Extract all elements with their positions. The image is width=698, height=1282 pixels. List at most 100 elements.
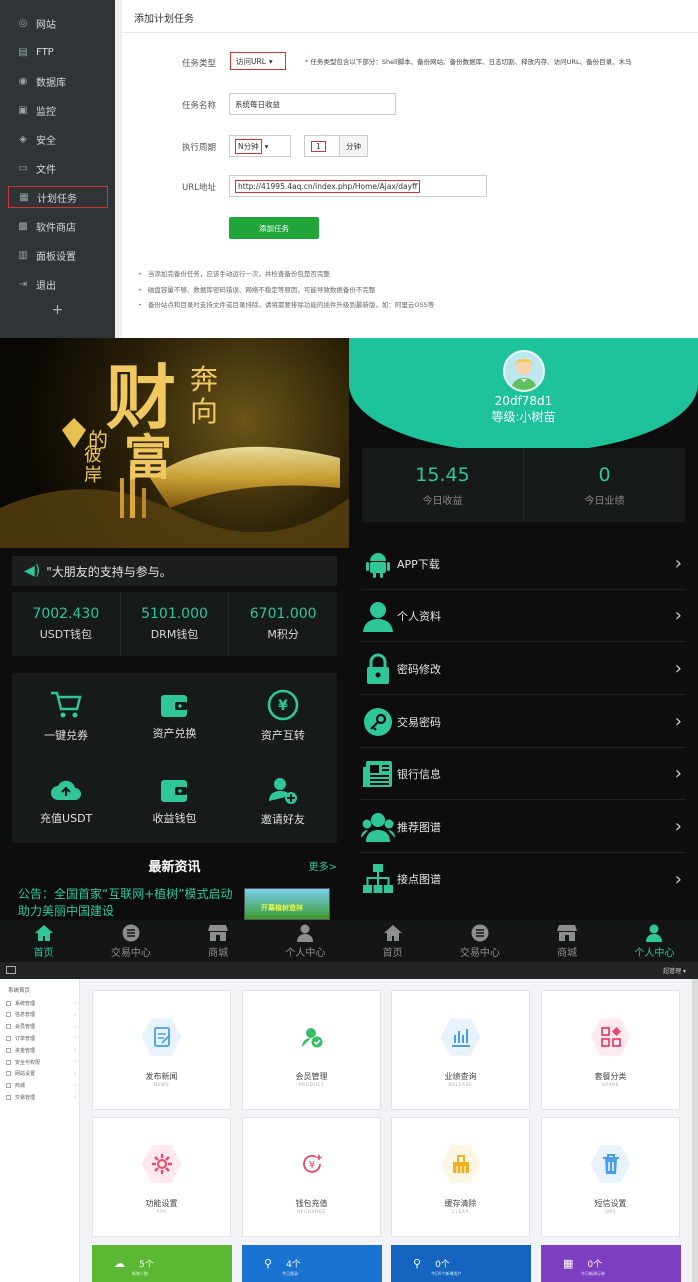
- admin-sidebar-item[interactable]: 资金管理 ‹: [6, 1045, 76, 1055]
- news-item[interactable]: 公告：全国首家“互联网+植树”模式启动助力美丽中国建设 开幕植树造林: [12, 884, 337, 920]
- wallet-usdt[interactable]: 7002.430 USDT钱包: [12, 592, 121, 656]
- dashboard-card[interactable]: 发布新闻 NEWS: [92, 990, 231, 1110]
- sidebar-item-label: 计划任务: [37, 193, 77, 205]
- dashboard-card[interactable]: 功能设置 APP: [92, 1117, 231, 1237]
- task-name-input[interactable]: 系统每日收益: [229, 93, 396, 115]
- tab-home[interactable]: 首页: [0, 920, 87, 962]
- yen-icon: ¥: [302, 1155, 321, 1173]
- menu-referral-chart[interactable]: 推荐图谱 ›: [361, 801, 686, 853]
- menu-profile[interactable]: 个人资料 ›: [361, 590, 686, 642]
- cycle-select[interactable]: N分钟 ▾: [229, 135, 291, 157]
- add-icon[interactable]: +: [0, 302, 115, 318]
- tab-mall[interactable]: 商城: [175, 920, 262, 962]
- chevron-right-icon: ‹: [74, 1094, 76, 1101]
- sidebar-item[interactable]: ▤ FTP: [8, 41, 108, 63]
- sidebar-item[interactable]: ◎ 网站: [8, 12, 108, 34]
- url-input[interactable]: http://41995.4aq.cn/index.php/Home/Ajax/…: [229, 175, 487, 197]
- tab-profile[interactable]: 个人中心: [611, 920, 698, 962]
- admin-sidebar-item[interactable]: 交易管理 ‹: [6, 1092, 76, 1102]
- admin-topbar: 超管理 ▾: [0, 962, 698, 979]
- sidebar-item[interactable]: ◉ 数据库: [8, 70, 108, 92]
- logout-icon: ⇥: [18, 278, 28, 290]
- sidebar-item[interactable]: ⇥ 退出: [8, 273, 108, 295]
- cycle-number-input[interactable]: 1 分钟: [304, 135, 368, 157]
- sidebar-item-label: 面板设置: [36, 251, 76, 263]
- bullet-icon: [6, 1000, 11, 1006]
- admin-sidebar-item[interactable]: 订单管理 ‹: [6, 1033, 76, 1043]
- lock-icon: [367, 653, 389, 684]
- card-icon-badge: [440, 1145, 481, 1183]
- admin-sidebar-item[interactable]: 网站设置 ‹: [6, 1069, 76, 1079]
- admin-sidebar-item[interactable]: 安全与权限 ‹: [6, 1057, 76, 1067]
- task-type-label: 任务类型: [181, 59, 216, 69]
- svg-text:¥: ¥: [308, 1160, 314, 1171]
- category-icon: [600, 1027, 621, 1047]
- action-invite-friends[interactable]: 邀请好友: [229, 758, 337, 843]
- sidebar-item[interactable]: ◈ 安全: [8, 128, 108, 150]
- edit-icon: [153, 1027, 171, 1047]
- sitemap-icon: [363, 864, 393, 893]
- card-subtitle: RECHARGE: [296, 1210, 327, 1215]
- action-earnings-wallet[interactable]: 收益钱包: [120, 758, 228, 843]
- admin-sidebar-item[interactable]: 商城 ‹: [6, 1081, 76, 1091]
- menu-bank-info[interactable]: 银行信息 ›: [361, 748, 686, 800]
- add-task-button[interactable]: 添加任务: [229, 217, 319, 239]
- tab-trade-center[interactable]: 交易中心: [436, 920, 523, 962]
- wallet-drm[interactable]: 5101.000 DRM钱包: [121, 592, 230, 656]
- card-title: 套餐分类: [594, 1072, 627, 1081]
- sidebar-item[interactable]: ▭ 文件: [8, 157, 108, 179]
- hero-char: 彼岸: [84, 445, 102, 486]
- card-subtitle: NEWS: [153, 1083, 170, 1088]
- summary-card[interactable]: ⚲ 4个 今日登录: [242, 1245, 382, 1282]
- admin-sidebar-item[interactable]: 会员管理 ‹: [6, 1022, 76, 1032]
- tab-trade-center[interactable]: 交易中心: [87, 920, 174, 962]
- dashboard-card[interactable]: 缓存清除 CLEAR: [391, 1117, 530, 1237]
- summary-label: 今日0个新增用户: [431, 1271, 462, 1276]
- purse-icon: [161, 779, 188, 802]
- dashboard-card[interactable]: 套餐分类 SPARE: [541, 990, 680, 1110]
- card-icon-badge: [440, 1018, 481, 1056]
- menu-icon[interactable]: [6, 966, 16, 974]
- sidebar-item[interactable]: ▩ 软件商店: [8, 215, 108, 237]
- card-icon-badge: ¥: [291, 1145, 332, 1183]
- sidebar-item[interactable]: ▥ 面板设置: [8, 244, 108, 266]
- list-icon: [122, 924, 140, 941]
- sidebar-head[interactable]: 系统首页: [8, 986, 30, 994]
- action-asset-transfer[interactable]: ¥ 资产互转: [229, 673, 337, 758]
- admin-sidebar-item[interactable]: 系统管理 ‹: [6, 998, 76, 1008]
- task-type-select[interactable]: 访问URL ▾: [230, 52, 286, 70]
- tab-home[interactable]: 首页: [349, 920, 436, 962]
- admin-sidebar-item[interactable]: 信息管理 ‹: [6, 1010, 76, 1020]
- dashboard-card[interactable]: ¥ 钱包充值 RECHARGE: [242, 1117, 381, 1237]
- sidebar-item[interactable]: ▦ 计划任务: [8, 186, 108, 208]
- action-redeem[interactable]: 一键兑券: [12, 673, 120, 758]
- dashboard-card[interactable]: 会员管理 PRODUCT: [242, 990, 381, 1110]
- store-icon: [208, 924, 229, 941]
- summary-card[interactable]: ☁ 5个 新增人数: [92, 1245, 232, 1282]
- wallet-points[interactable]: 6701.000 M积分: [229, 592, 337, 656]
- tab-mall[interactable]: 商城: [524, 920, 611, 962]
- action-asset-exchange[interactable]: 资产兑换: [120, 673, 228, 758]
- stat-today-performance: 0 今日业绩: [584, 463, 625, 507]
- bullet-icon: [6, 1083, 11, 1089]
- menu-trade-password[interactable]: 交易密码 ›: [361, 696, 686, 748]
- menu-node-chart[interactable]: 接点图谱 ›: [361, 853, 686, 905]
- menu-app-download[interactable]: APP下载 ›: [361, 538, 686, 590]
- scrollbar[interactable]: [692, 979, 698, 1282]
- card-subtitle: PRODUCT: [298, 1083, 325, 1088]
- avatar[interactable]: [503, 350, 545, 392]
- dashboard-card[interactable]: 短信设置 SMS: [541, 1117, 680, 1237]
- sidebar-item-label: 软件商店: [36, 222, 76, 234]
- card-icon-badge: [141, 1145, 182, 1183]
- dashboard-card[interactable]: 业绩查询 RELEASE: [391, 990, 530, 1110]
- bullet-icon: [6, 1024, 11, 1030]
- tab-profile[interactable]: 个人中心: [262, 920, 349, 962]
- menu-password[interactable]: 密码修改 ›: [361, 643, 686, 695]
- action-recharge-usdt[interactable]: 充值USDT: [12, 758, 120, 843]
- summary-card[interactable]: ⚲ 0个 今日0个新增用户: [391, 1245, 531, 1282]
- news-more-link[interactable]: 更多>: [309, 858, 337, 873]
- admin-user-menu[interactable]: 超管理 ▾: [663, 966, 686, 975]
- summary-card[interactable]: ▦ 0个 今日新增订单: [541, 1245, 681, 1282]
- caret-down-icon: ▾: [268, 56, 273, 66]
- sidebar-item[interactable]: ▣ 监控: [8, 99, 108, 121]
